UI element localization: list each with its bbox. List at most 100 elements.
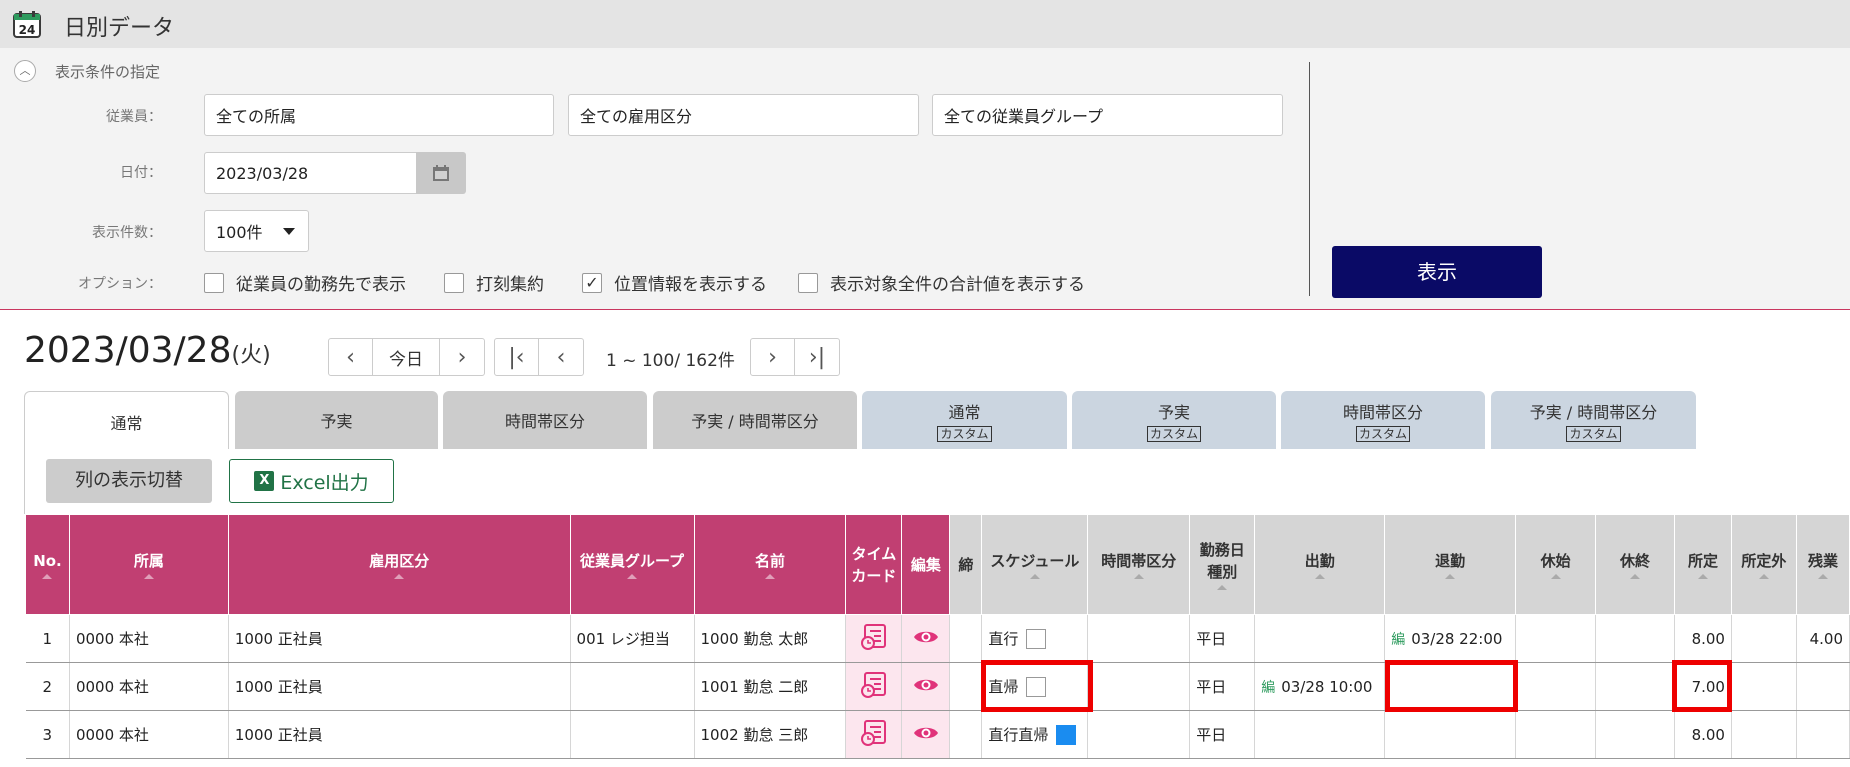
today-button[interactable]: 今日 xyxy=(373,339,440,375)
checkbox[interactable] xyxy=(798,272,818,293)
checkbox[interactable] xyxy=(444,272,464,293)
col-header-no[interactable]: No. xyxy=(25,514,70,615)
option-location-info[interactable]: ✓ 位置情報を表示する xyxy=(582,270,767,295)
col-header-break-end[interactable]: 休終 xyxy=(1595,514,1675,615)
tab-plan-actual-time-zone[interactable]: 予実 / 時間帯区分 xyxy=(653,391,857,449)
next-day-button[interactable]: › xyxy=(440,339,484,375)
cell-affiliation: 0000 本社 xyxy=(69,614,229,663)
timecard-icon[interactable] xyxy=(860,719,887,747)
tab-time-zone[interactable]: 時間帯区分 xyxy=(443,391,647,449)
col-header-overtime[interactable]: 残業 xyxy=(1795,514,1850,615)
cell-no: 2 xyxy=(25,662,70,711)
eye-icon[interactable] xyxy=(913,676,939,694)
schedule-checkbox[interactable] xyxy=(1026,676,1047,697)
col-header-day-type[interactable]: 勤務日 種別 xyxy=(1189,514,1256,615)
checkbox[interactable] xyxy=(204,272,224,293)
date-input[interactable]: 2023/03/28 xyxy=(204,152,418,194)
checkbox-checked[interactable]: ✓ xyxy=(582,272,602,293)
last-page-button[interactable]: ›| xyxy=(795,339,839,375)
next-page-button[interactable]: › xyxy=(751,339,795,375)
count-label: 表示件数： xyxy=(92,225,162,241)
cell-name: 1001 勤怠 二郎 xyxy=(694,662,847,711)
schedule-checkbox[interactable] xyxy=(1026,628,1047,649)
sort-icon xyxy=(1697,574,1708,579)
tab-label: 予実 xyxy=(1157,402,1190,422)
schedule-label: 直行直帰 xyxy=(988,726,1049,744)
custom-badge: カスタム xyxy=(937,425,992,442)
employee-group-select[interactable]: 全ての従業員グループ xyxy=(932,94,1283,136)
schedule-checkbox-filled[interactable] xyxy=(1056,724,1077,745)
eye-icon[interactable] xyxy=(913,628,939,646)
tab-plan-actual-custom[interactable]: 予実 カスタム xyxy=(1072,391,1276,449)
prev-page-button[interactable]: ‹ xyxy=(539,339,583,375)
cell-clock-in xyxy=(1254,710,1386,759)
option-punch-aggregate[interactable]: 打刻集約 xyxy=(444,270,544,295)
tab-label: 予実 / 時間帯区分 xyxy=(691,412,819,431)
cell-no: 3 xyxy=(25,710,70,759)
option-work-location[interactable]: 従業員の勤務先で表示 xyxy=(204,270,406,295)
cell-clock-in xyxy=(1254,614,1386,663)
sort-icon xyxy=(1817,574,1828,579)
col-header-group[interactable]: 従業員グループ xyxy=(569,514,695,615)
col-header-schedule[interactable]: スケジュール xyxy=(981,514,1089,615)
day-navigation: ‹ 今日 › xyxy=(328,338,485,376)
cell-break-end xyxy=(1595,662,1675,711)
table-row: 3 0000 本社 1000 正社員 1002 勤怠 三郎 直行直帰 平日 8.… xyxy=(25,710,1850,759)
timecard-icon[interactable] xyxy=(860,623,887,651)
col-header-non-prescribed[interactable]: 所定外 xyxy=(1730,514,1797,615)
employment-type-select[interactable]: 全ての雇用区分 xyxy=(568,94,919,136)
option-show-totals[interactable]: 表示対象全件の合計値を表示する xyxy=(798,270,1085,295)
filter-panel: ︿ 表示条件の指定 従業員： 全ての所属 全ての雇用区分 全ての従業員グループ … xyxy=(0,48,1850,310)
filter-section-title[interactable]: 表示条件の指定 xyxy=(55,61,160,82)
table-row: 2 0000 本社 1000 正社員 1001 勤怠 二郎 直帰 平日 編 03/… xyxy=(25,662,1850,711)
cell-non-prescribed xyxy=(1731,614,1797,663)
cell-day-type: 平日 xyxy=(1189,710,1256,759)
col-header-prescribed[interactable]: 所定 xyxy=(1673,514,1732,615)
col-header-clock-out[interactable]: 退勤 xyxy=(1384,514,1517,615)
cell-closing xyxy=(949,614,983,663)
cell-group: 001 レジ担当 xyxy=(570,614,695,663)
timecard-icon[interactable] xyxy=(860,671,887,699)
cell-affiliation: 0000 本社 xyxy=(69,710,229,759)
divider xyxy=(1309,62,1310,296)
table-row: 1 0000 本社 1000 正社員 001 レジ担当 1000 勤怠 太郎 直… xyxy=(25,614,1850,663)
tab-plan-actual[interactable]: 予実 xyxy=(235,391,438,449)
date-label: 日付： xyxy=(120,165,162,181)
col-header-break-start[interactable]: 休始 xyxy=(1515,514,1597,615)
cell-group xyxy=(570,710,695,759)
affiliation-select[interactable]: 全ての所属 xyxy=(204,94,554,136)
col-header-clock-in[interactable]: 出勤 xyxy=(1254,514,1386,615)
col-header-name[interactable]: 名前 xyxy=(693,514,847,615)
show-button[interactable]: 表示 xyxy=(1332,246,1542,298)
page-navigation-left: |‹ ‹ xyxy=(494,338,584,376)
cell-day-type: 平日 xyxy=(1189,614,1256,663)
cell-break-start xyxy=(1515,710,1597,759)
col-header-time-zone[interactable]: 時間帯区分 xyxy=(1087,514,1191,615)
clock-in-value: 03/28 10:00 xyxy=(1281,677,1373,696)
col-header-employment[interactable]: 雇用区分 xyxy=(227,514,571,615)
collapse-toggle-icon[interactable]: ︿ xyxy=(14,60,36,82)
cell-break-end xyxy=(1595,614,1675,663)
cell-clock-out xyxy=(1384,710,1517,759)
schedule-label: 直行 xyxy=(988,630,1019,648)
column-toggle-button[interactable]: 列の表示切替 xyxy=(46,459,212,503)
first-page-button[interactable]: |‹ xyxy=(495,339,539,375)
eye-icon[interactable] xyxy=(913,724,939,742)
tab-time-zone-custom[interactable]: 時間帯区分 カスタム xyxy=(1281,391,1485,449)
tab-normal[interactable]: 通常 xyxy=(24,391,229,451)
cell-affiliation: 0000 本社 xyxy=(69,662,229,711)
tab-normal-custom[interactable]: 通常 カスタム xyxy=(862,391,1067,449)
count-select[interactable]: 100件 xyxy=(204,210,309,252)
col-header-label: 所属 xyxy=(133,552,164,570)
tab-label: 予実 xyxy=(320,412,353,431)
col-header-affiliation[interactable]: 所属 xyxy=(68,514,229,615)
cell-timecard xyxy=(845,710,903,759)
col-header-label: スケジュール xyxy=(990,552,1080,570)
tab-label: 通常 xyxy=(110,413,143,433)
employee-label: 従業員： xyxy=(106,109,162,125)
date-picker-button[interactable] xyxy=(416,152,466,194)
excel-export-button[interactable]: X Excel出力 xyxy=(229,459,394,503)
tab-plan-actual-time-zone-custom[interactable]: 予実 / 時間帯区分 カスタム xyxy=(1491,391,1696,449)
prev-day-button[interactable]: ‹ xyxy=(329,339,373,375)
cell-break-start xyxy=(1515,662,1597,711)
